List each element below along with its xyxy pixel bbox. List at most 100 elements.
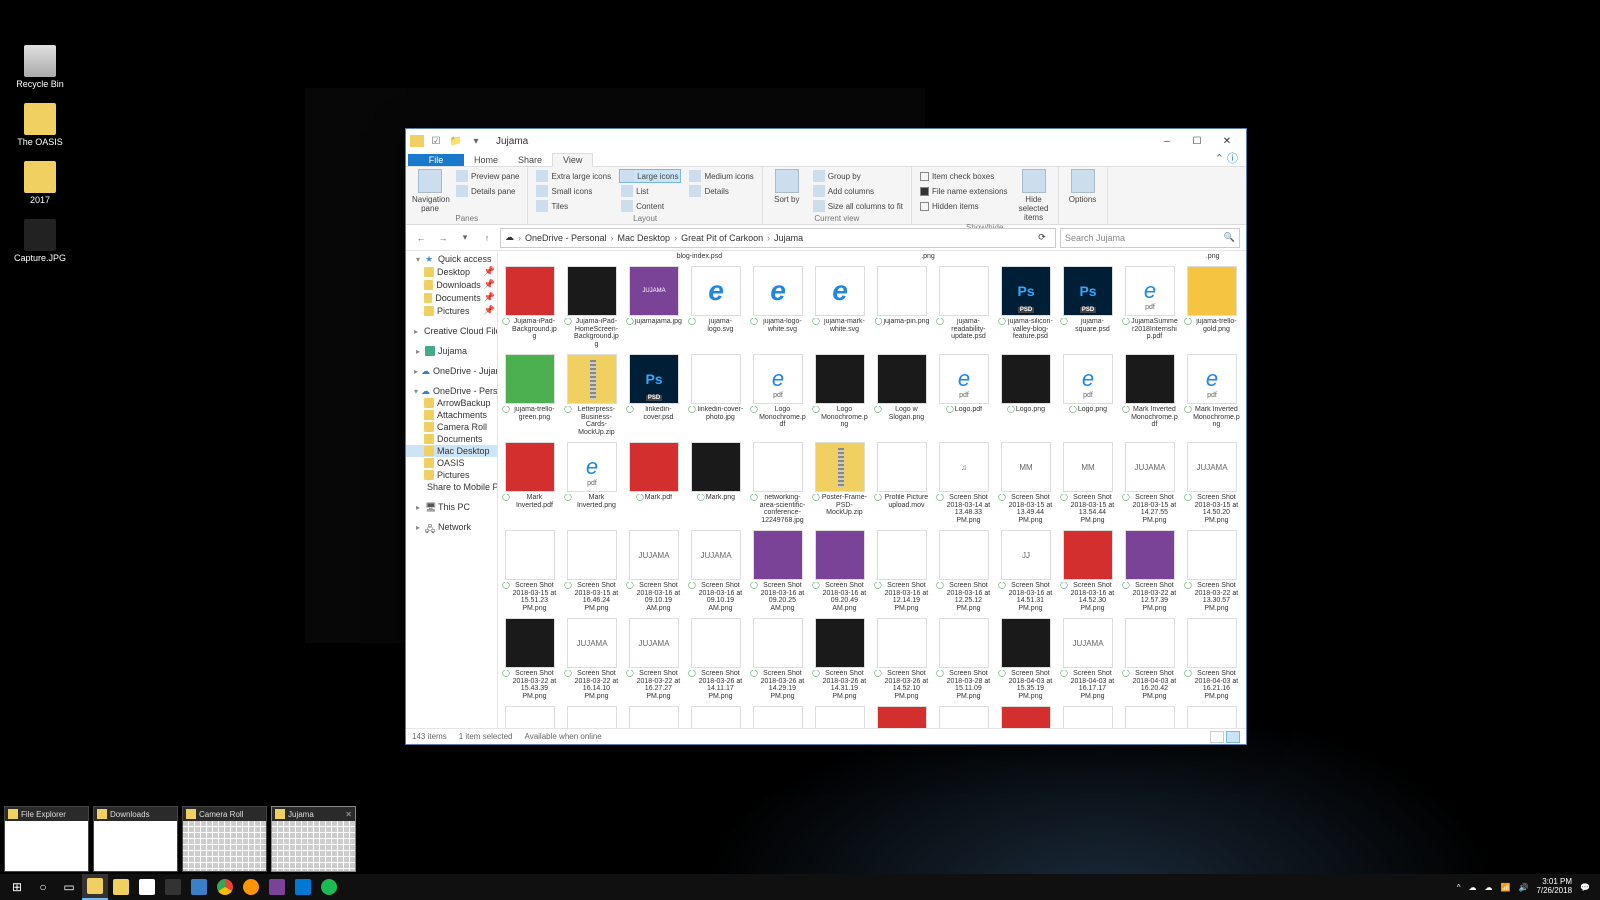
recent-locations-button[interactable]: ▾ xyxy=(456,229,474,247)
file-item[interactable]: ◯Screen Shot 2018-03-28 at 15.11.09 PM.p… xyxy=(936,618,992,700)
task-thumb[interactable]: Jujama✕ xyxy=(271,806,356,872)
file-item[interactable]: ◯Logo w Slogan.png xyxy=(874,354,930,436)
file-item[interactable]: ◯Screen Shot 2018-04-03 at 16.20.42 PM.p… xyxy=(1122,618,1178,700)
file-item[interactable]: ◯Screen Shot 2018-04-05 at 10.22.51 AM.p… xyxy=(564,706,620,728)
thumbnails-view-toggle[interactable] xyxy=(1226,731,1240,743)
app-taskbar[interactable] xyxy=(108,874,134,900)
file-item[interactable]: ◯jujama-readability-update.psd xyxy=(936,266,992,348)
sort-by-button[interactable]: Sort by xyxy=(769,169,805,204)
file-item[interactable]: ◯Screen Shot 2018-03-26 at 14.29.19 PM.p… xyxy=(750,618,806,700)
mail-taskbar[interactable] xyxy=(186,874,212,900)
taskview-button[interactable]: ▭ xyxy=(56,874,82,900)
titlebar[interactable]: ☑ 📁 ▾ Jujama – ☐ ✕ xyxy=(406,129,1246,153)
nav-attachments[interactable]: Attachments xyxy=(406,409,497,421)
file-explorer-taskbar[interactable] xyxy=(82,874,108,900)
item-checkboxes-toggle[interactable]: Item check boxes xyxy=(918,169,1010,183)
file-item[interactable]: ◯Logo Monochrome.png xyxy=(812,354,868,436)
file-item[interactable]: ◯Jujama-iPad-HomeScreen-Background.jpg xyxy=(564,266,620,348)
small-icons-button[interactable]: Small icons xyxy=(534,184,613,198)
tab-view[interactable]: View xyxy=(552,153,593,167)
file-item[interactable]: JUJAMA◯Screen Shot 2018-04-05 at 10.36.2… xyxy=(750,706,806,728)
nav-pictures2[interactable]: Pictures xyxy=(406,469,497,481)
file-item[interactable]: ◯Letterpress-Business-Cards-MockUp.zip xyxy=(564,354,620,436)
refresh-button[interactable]: ⟳ xyxy=(1033,232,1051,243)
spotify-taskbar[interactable] xyxy=(316,874,342,900)
up-button[interactable]: ↑ xyxy=(478,229,496,247)
file-item[interactable]: ◯Screen Shot 2018-04-09 at 10.44.19 AM.p… xyxy=(1060,706,1116,728)
options-button[interactable]: Options xyxy=(1065,169,1101,204)
desktop-icon-folder[interactable]: The OASIS xyxy=(5,103,75,147)
file-item[interactable]: ◯jujama-logo-white.svg xyxy=(750,266,806,348)
content-button[interactable]: Content xyxy=(619,199,681,213)
file-item[interactable]: JUJAMA◯Screen Shot 2018-03-15 at 14.27.5… xyxy=(1122,442,1178,524)
onedrive-tray-icon[interactable]: ☁ xyxy=(1485,883,1493,892)
list-button[interactable]: List xyxy=(619,184,681,198)
tab-home[interactable]: Home xyxy=(464,154,508,166)
task-thumb[interactable]: Downloads xyxy=(93,806,178,872)
nav-documents[interactable]: Documents📌 xyxy=(406,291,497,304)
file-item[interactable]: ◯jujama-pin.png xyxy=(874,266,930,348)
file-item[interactable]: JUJAMA◯Screen Shot 2018-03-15 at 14.50.2… xyxy=(1184,442,1240,524)
file-item[interactable]: ◯Jujama-iPad-Background.jpg xyxy=(502,266,558,348)
firefox-taskbar[interactable] xyxy=(238,874,264,900)
file-item[interactable]: ◯JujamaSummer2018Internship.pdf xyxy=(1122,266,1178,348)
network-tray-icon[interactable]: 📶 xyxy=(1501,883,1511,892)
file-item[interactable]: ◯Mark.pdf xyxy=(626,442,682,524)
file-item[interactable]: ◯Screen Shot 2018-03-16 at 09.20.49 AM.p… xyxy=(812,530,868,612)
file-item[interactable]: ◯Logo.png xyxy=(998,354,1054,436)
file-item[interactable]: ◯Mark Inverted Monochrome.pdf xyxy=(1122,354,1178,436)
nav-oasis[interactable]: OASIS xyxy=(406,457,497,469)
file-item[interactable]: ◯Mark.png xyxy=(688,442,744,524)
nav-onedrive-jujama[interactable]: ▸☁OneDrive - Jujama xyxy=(406,365,497,377)
nav-creative-cloud[interactable]: ▸Creative Cloud Files xyxy=(406,325,497,337)
group-by-button[interactable]: Group by xyxy=(811,169,905,183)
file-item[interactable]: JUJAMA◯Screen Shot 2018-04-05 at 10.35.3… xyxy=(688,706,744,728)
file-item[interactable]: ◯Screen Shot 2018-03-22 at 15.43.39 PM.p… xyxy=(502,618,558,700)
file-content-area[interactable]: blog-index.psd .png .png ◯Jujama-iPad-Ba… xyxy=(498,251,1246,728)
file-item[interactable]: MM◯Screen Shot 2018-03-15 at 13.54.44 PM… xyxy=(1060,442,1116,524)
file-item[interactable]: ◯Screen Shot 2018-03-22 at 13.30.57 PM.p… xyxy=(1184,530,1240,612)
file-item[interactable]: ◯Screen Shot 2018-03-16 at 12.25.12 PM.p… xyxy=(936,530,992,612)
file-item[interactable]: ◯Screen Shot 2018-03-15 at 15.51.23 PM.p… xyxy=(502,530,558,612)
file-item[interactable]: ◯Screen Shot 2018-03-16 at 14.52.30 PM.p… xyxy=(1060,530,1116,612)
medium-icons-button[interactable]: Medium icons xyxy=(687,169,755,183)
hide-selected-button[interactable]: Hide selected items xyxy=(1016,169,1052,222)
onedrive-tray-icon[interactable]: ☁ xyxy=(1469,883,1477,892)
large-icons-button[interactable]: Large icons xyxy=(619,169,681,183)
search-input[interactable]: Search Jujama 🔍 xyxy=(1060,228,1240,248)
desktop-icon-image[interactable]: Capture.JPG xyxy=(5,219,75,263)
hidden-items-toggle[interactable]: Hidden items xyxy=(918,199,1010,213)
app-taskbar[interactable] xyxy=(290,874,316,900)
file-item[interactable]: ◯Mark Inverted.png xyxy=(564,442,620,524)
file-item[interactable]: ◯Mark Inverted Monochrome.png xyxy=(1184,354,1240,436)
tab-file[interactable]: File xyxy=(408,154,464,166)
file-item[interactable]: ◯Screen Shot 2018-04-05 at 10.38.49 AM.p… xyxy=(874,706,930,728)
volume-tray-icon[interactable]: 🔊 xyxy=(1518,883,1528,892)
new-folder-icon[interactable]: 📁 xyxy=(448,133,464,149)
file-item[interactable]: ◯Screen Shot 2018-03-16 at 09.20.25 AM.p… xyxy=(750,530,806,612)
nav-sharemobile[interactable]: Share to Mobile Per xyxy=(406,481,497,493)
file-item[interactable]: MM◯Screen Shot 2018-03-15 at 13.49.44 PM… xyxy=(998,442,1054,524)
tiles-button[interactable]: Tiles xyxy=(534,199,613,213)
qat-dropdown-icon[interactable]: ▾ xyxy=(468,133,484,149)
start-button[interactable]: ⊞ xyxy=(4,874,30,900)
chrome-taskbar[interactable] xyxy=(212,874,238,900)
file-item[interactable]: JUJAMA◯Screen Shot 2018-04-03 at 16.17.1… xyxy=(1060,618,1116,700)
details-view-button[interactable]: Details xyxy=(687,184,755,198)
file-item[interactable]: Ps◯jujama-silicon-valley-blog-feature.ps… xyxy=(998,266,1054,348)
file-item[interactable]: ◯Screen Shot 2018-03-15 at 16.46.24 PM.p… xyxy=(564,530,620,612)
app-taskbar[interactable] xyxy=(264,874,290,900)
file-item[interactable]: JUJAMA◯Screen Shot 2018-03-22 at 16.14.1… xyxy=(564,618,620,700)
task-thumb[interactable]: File Explorer xyxy=(4,806,89,872)
file-item[interactable]: Ps◯linkedin-cover.psd xyxy=(626,354,682,436)
file-item[interactable]: ◯Screen Shot 2018-03-26 at 14.52.10 PM.p… xyxy=(874,618,930,700)
desktop-icon-recycle-bin[interactable]: Recycle Bin xyxy=(5,45,75,89)
file-item[interactable]: ◯Screen Shot 2018-04-06 at 12.34.48 PM.p… xyxy=(936,706,992,728)
details-view-toggle[interactable] xyxy=(1210,731,1224,743)
minimize-button[interactable]: – xyxy=(1152,131,1182,151)
file-item[interactable]: ◯Profile Picture upload.mov xyxy=(874,442,930,524)
nav-documents2[interactable]: Documents xyxy=(406,433,497,445)
file-item[interactable]: ♫◯Screen Shot 2018-03-14 at 13.48.33 PM.… xyxy=(936,442,992,524)
ribbon-help-icon[interactable]: ⌃ ⓘ xyxy=(1215,150,1238,166)
nav-onedrive-personal[interactable]: ▾☁OneDrive - Personal xyxy=(406,385,497,397)
